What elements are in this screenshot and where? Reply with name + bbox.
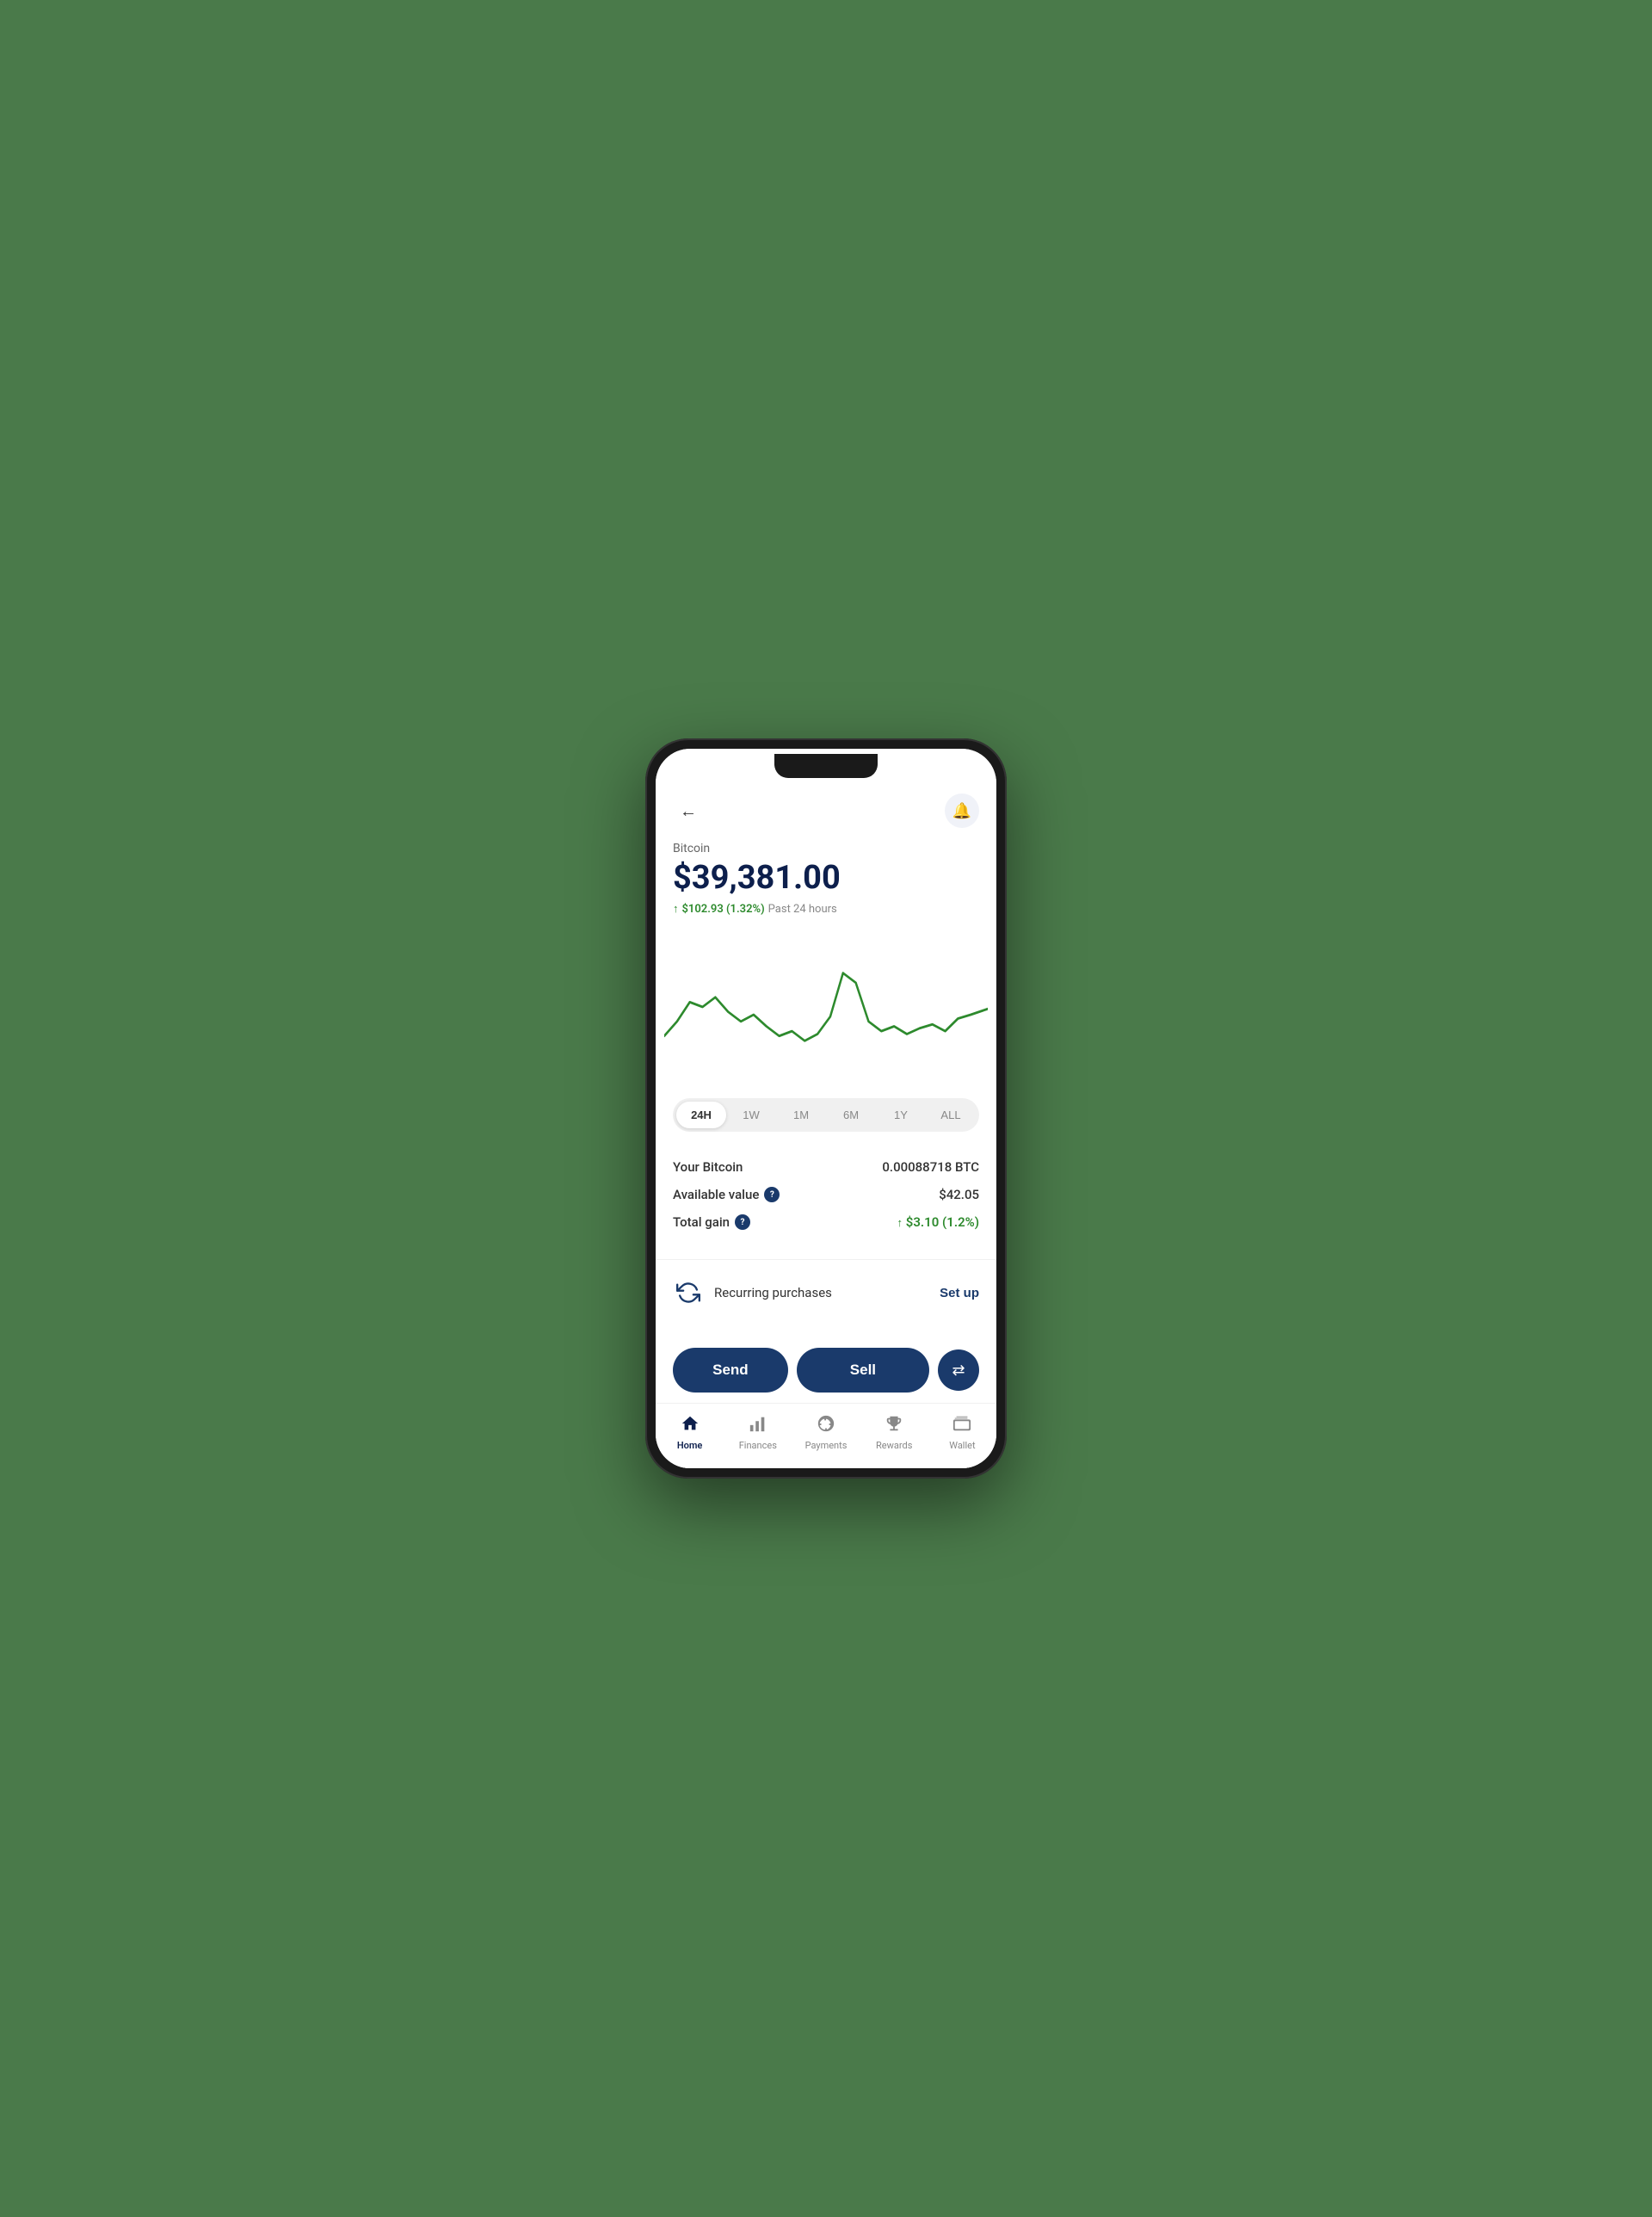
time-btn-1y[interactable]: 1Y bbox=[876, 1102, 926, 1128]
nav-item-finances[interactable]: Finances bbox=[724, 1411, 792, 1454]
nav-item-payments[interactable]: Payments bbox=[792, 1411, 860, 1454]
nav-item-home[interactable]: Home bbox=[656, 1411, 724, 1454]
coin-price: $39,381.00 bbox=[673, 859, 979, 897]
swap-button[interactable]: ⇄ bbox=[938, 1349, 979, 1391]
gain-arrow-icon: ↑ bbox=[897, 1217, 903, 1230]
your-bitcoin-value: 0.00088718 BTC bbox=[882, 1159, 979, 1175]
time-btn-24h[interactable]: 24H bbox=[676, 1102, 726, 1128]
bell-icon: 🔔 bbox=[952, 802, 971, 820]
available-value-label: Available value bbox=[673, 1187, 759, 1202]
phone-frame: ← 🔔 Bitcoin $39,381.00 ↑ $102.93 (1.32%)… bbox=[645, 738, 1007, 1479]
change-amount: $102.93 (1.32%) bbox=[682, 903, 765, 916]
action-buttons: Send Sell ⇄ bbox=[656, 1337, 996, 1403]
total-gain-help-icon[interactable]: ? bbox=[735, 1214, 750, 1230]
available-value-row: Available value ? $42.05 bbox=[673, 1187, 979, 1202]
time-btn-all[interactable]: ALL bbox=[926, 1102, 976, 1128]
screen-content: ← 🔔 Bitcoin $39,381.00 ↑ $102.93 (1.32%)… bbox=[656, 783, 996, 1468]
send-button[interactable]: Send bbox=[673, 1348, 788, 1393]
recurring-section: Recurring purchases Set up bbox=[656, 1263, 996, 1322]
holdings-section: Your Bitcoin 0.00088718 BTC Available va… bbox=[656, 1146, 996, 1256]
wallet-icon bbox=[952, 1414, 971, 1437]
nav-label-home: Home bbox=[677, 1440, 703, 1451]
nav-label-payments: Payments bbox=[805, 1440, 848, 1451]
time-btn-1w[interactable]: 1W bbox=[726, 1102, 776, 1128]
change-period: Past 24 hours bbox=[768, 903, 837, 916]
section-divider bbox=[656, 1259, 996, 1260]
nav-item-wallet[interactable]: Wallet bbox=[928, 1411, 996, 1454]
available-value: $42.05 bbox=[939, 1187, 979, 1202]
recurring-label: Recurring purchases bbox=[714, 1285, 832, 1300]
back-button[interactable]: ← bbox=[673, 795, 704, 826]
price-change: ↑ $102.93 (1.32%) Past 24 hours bbox=[673, 902, 979, 916]
nav-label-finances: Finances bbox=[739, 1440, 777, 1451]
nav-label-wallet: Wallet bbox=[949, 1440, 975, 1451]
price-section: Bitcoin $39,381.00 ↑ $102.93 (1.32%) Pas… bbox=[656, 835, 996, 929]
your-bitcoin-label: Your Bitcoin bbox=[673, 1159, 743, 1175]
your-bitcoin-row: Your Bitcoin 0.00088718 BTC bbox=[673, 1159, 979, 1175]
total-gain-row: Total gain ? ↑ $3.10 (1.2%) bbox=[673, 1214, 979, 1230]
time-btn-6m[interactable]: 6M bbox=[826, 1102, 876, 1128]
status-bar bbox=[656, 749, 996, 783]
payments-icon bbox=[817, 1414, 835, 1437]
phone-screen: ← 🔔 Bitcoin $39,381.00 ↑ $102.93 (1.32%)… bbox=[656, 749, 996, 1468]
rewards-icon bbox=[885, 1414, 903, 1437]
total-gain-label-group: Total gain ? bbox=[673, 1214, 750, 1230]
finances-icon bbox=[749, 1414, 767, 1437]
header: ← 🔔 bbox=[656, 783, 996, 835]
up-arrow-icon: ↑ bbox=[673, 902, 679, 916]
notch bbox=[774, 754, 878, 778]
swap-icon: ⇄ bbox=[952, 1362, 965, 1380]
recurring-icon bbox=[673, 1277, 704, 1308]
available-value-help-icon[interactable]: ? bbox=[764, 1187, 780, 1202]
setup-button[interactable]: Set up bbox=[940, 1286, 979, 1300]
total-gain-label: Total gain bbox=[673, 1214, 730, 1230]
chart-svg bbox=[664, 929, 988, 1084]
home-icon bbox=[681, 1414, 700, 1437]
time-filter: 24H 1W 1M 6M 1Y ALL bbox=[673, 1098, 979, 1132]
nav-item-rewards[interactable]: Rewards bbox=[860, 1411, 928, 1454]
back-arrow-icon: ← bbox=[680, 800, 697, 822]
sell-button[interactable]: Sell bbox=[797, 1348, 929, 1393]
price-chart bbox=[656, 929, 996, 1084]
available-value-label-group: Available value ? bbox=[673, 1187, 780, 1202]
bottom-nav: Home Finances Paym bbox=[656, 1403, 996, 1468]
total-gain-value: ↑ $3.10 (1.2%) bbox=[897, 1214, 979, 1230]
bell-button[interactable]: 🔔 bbox=[945, 794, 979, 828]
nav-label-rewards: Rewards bbox=[876, 1440, 912, 1451]
recurring-left: Recurring purchases bbox=[673, 1277, 832, 1308]
coin-name: Bitcoin bbox=[673, 842, 979, 855]
time-btn-1m[interactable]: 1M bbox=[776, 1102, 826, 1128]
